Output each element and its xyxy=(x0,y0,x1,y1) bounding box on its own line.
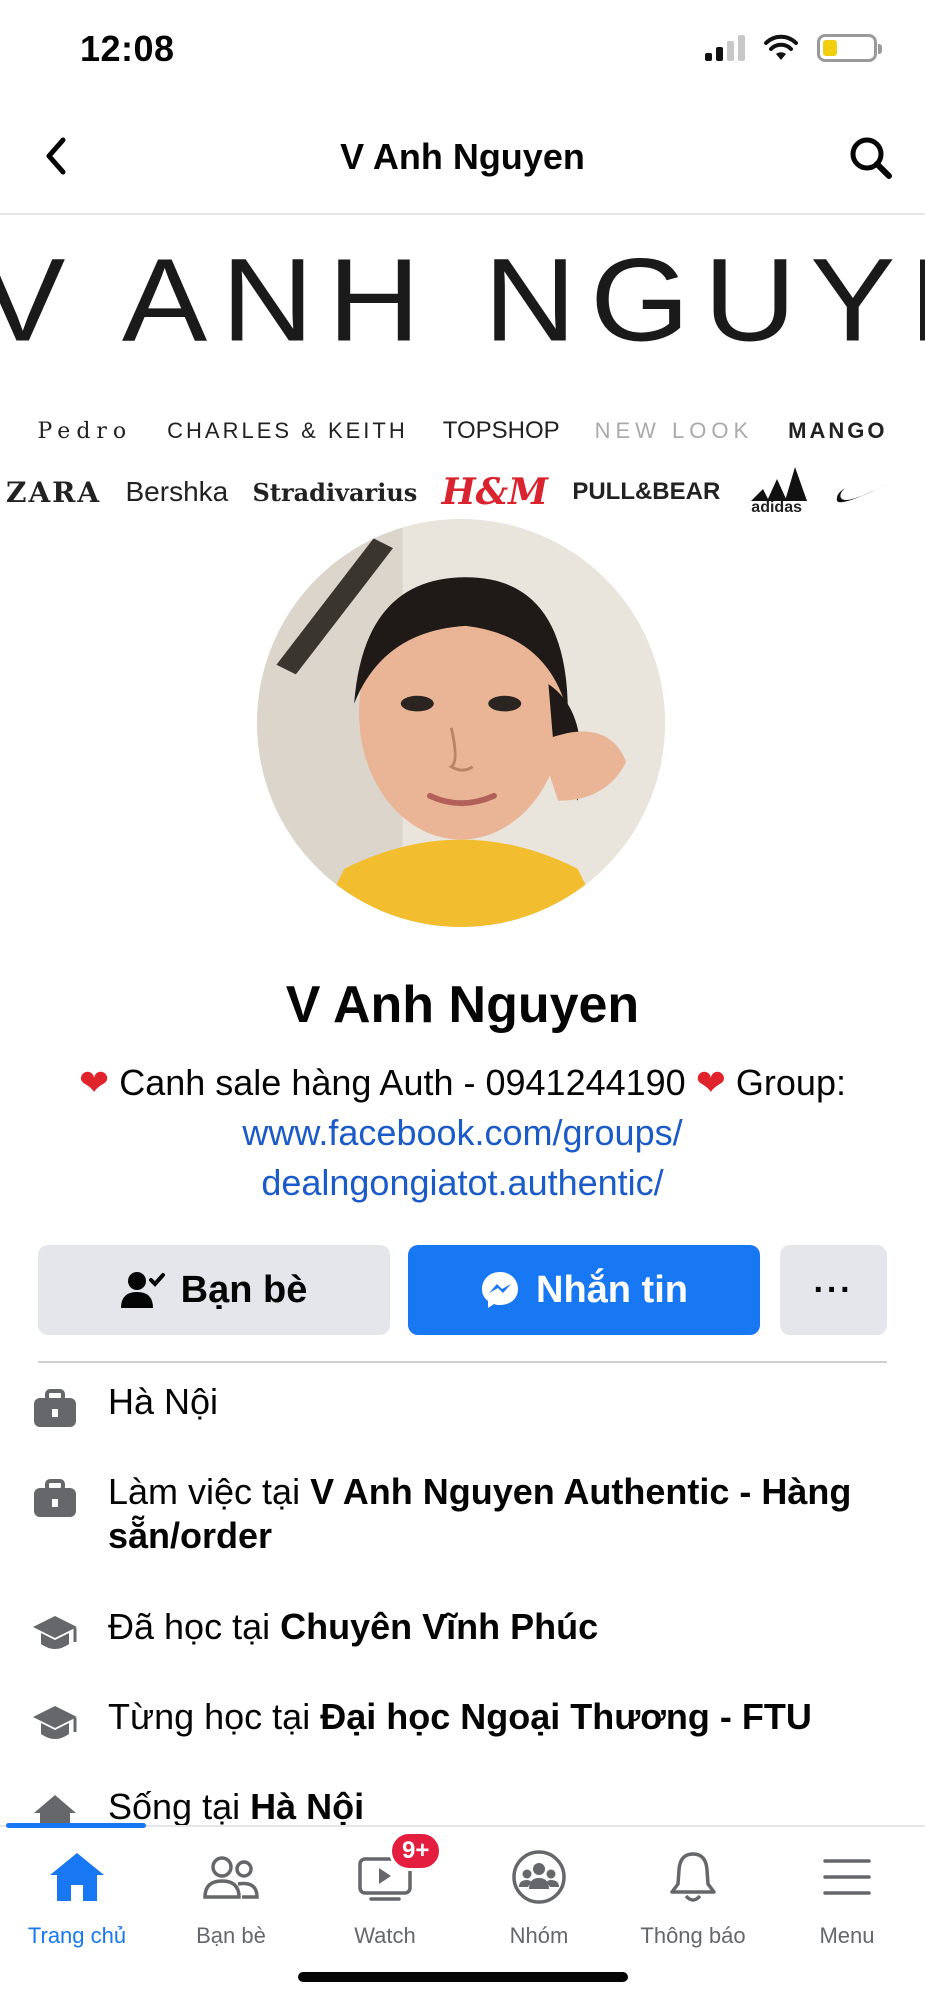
graduation-cap-icon xyxy=(30,1609,80,1659)
tab-label: Thông báo xyxy=(640,1923,746,1948)
search-button[interactable] xyxy=(841,128,901,188)
detail-location: Hà Nội xyxy=(30,1380,890,1434)
tab-notifications[interactable]: Thông báo xyxy=(616,1845,770,1949)
battery-icon xyxy=(817,34,882,62)
cover-photo[interactable]: V ANH NGUYEN Pedro CHARLES & KEITH TOPSH… xyxy=(0,217,925,517)
heart-icon: ❤ xyxy=(79,1062,110,1103)
tab-menu[interactable]: Menu xyxy=(770,1845,924,1949)
message-button-label: Nhắn tin xyxy=(536,1268,688,1311)
menu-icon xyxy=(815,1845,879,1909)
profile-name: V Anh Nguyen xyxy=(285,976,640,1034)
friends-button-label: Bạn bè xyxy=(180,1268,308,1311)
detail-text: Làm việc tại V Anh Nguyen Authentic - Hà… xyxy=(108,1471,852,1556)
profile-actions: Bạn bè Nhắn tin ··· xyxy=(38,1245,887,1337)
brand-logo-adidas: adidas xyxy=(745,467,809,517)
city-link[interactable]: Hà Nội xyxy=(250,1786,364,1827)
brand-logo: Stradivarius xyxy=(252,477,418,507)
university-link[interactable]: Đại học Ngoại Thương - FTU xyxy=(320,1696,812,1737)
page-title: V Anh Nguyen xyxy=(340,136,585,177)
graduation-cap-icon xyxy=(30,1699,80,1749)
school-link[interactable]: Chuyên Vĩnh Phúc xyxy=(280,1606,598,1647)
bio-link-line-1[interactable]: www.facebook.com/groups/ xyxy=(242,1112,682,1153)
bio-line: ❤ Canh sale hàng Auth - 0941244190 ❤ Gro… xyxy=(30,1058,895,1108)
top-nav: V Anh Nguyen xyxy=(0,100,925,215)
bio-group-label: Group: xyxy=(735,1062,846,1103)
status-time: 12:08 xyxy=(80,28,175,69)
friends-button[interactable]: Bạn bè xyxy=(38,1245,390,1335)
bio-text: Canh sale hàng Auth - 0941244190 xyxy=(119,1062,686,1103)
brand-logo: H&M xyxy=(441,471,548,513)
tab-home[interactable]: Trang chủ xyxy=(0,1845,154,1949)
brand-logo: Pedro xyxy=(37,418,133,444)
brand-logos-row-1: Pedro CHARLES & KEITH TOPSHOP NEW LOOK M… xyxy=(0,417,925,445)
profile-avatar[interactable] xyxy=(250,512,672,934)
detail-text: Hà Nội xyxy=(108,1381,219,1422)
brand-logo: ZARA xyxy=(6,475,102,509)
tab-watch[interactable]: 9+ Watch xyxy=(308,1831,462,1949)
brand-logo: PULL&BEAR xyxy=(572,478,721,505)
bio-link-line-2[interactable]: dealngongiatot.authentic/ xyxy=(261,1162,663,1203)
tab-label: Nhóm xyxy=(509,1923,569,1948)
status-bar: 12:08 xyxy=(0,0,925,100)
profile-photo xyxy=(257,519,665,927)
groups-icon xyxy=(507,1845,571,1909)
tab-friends[interactable]: Bạn bè xyxy=(154,1845,308,1949)
more-options-icon: ··· xyxy=(813,1270,854,1309)
bio-link[interactable]: www.facebook.com/groups/ dealngongiatot.… xyxy=(30,1108,895,1208)
tab-label: Menu xyxy=(819,1923,875,1948)
brand-logo: CHARLES & KEITH xyxy=(167,418,408,443)
tab-label: Trang chủ xyxy=(27,1923,127,1948)
status-icons xyxy=(705,34,882,62)
bell-icon xyxy=(661,1845,725,1909)
detail-text: Sống tại Hà Nội xyxy=(108,1786,365,1827)
notification-badge: 9+ xyxy=(389,1831,443,1871)
profile-bio: ❤ Canh sale hàng Auth - 0941244190 ❤ Gro… xyxy=(30,1058,895,1208)
search-icon xyxy=(850,137,892,179)
watch-icon: 9+ xyxy=(353,1831,443,1909)
cover-title: V ANH NGUYEN xyxy=(0,234,925,367)
cellular-signal-icon xyxy=(705,35,745,61)
nike-swoosh-icon xyxy=(836,482,893,503)
tab-groups[interactable]: Nhóm xyxy=(462,1845,616,1949)
active-tab-indicator xyxy=(6,1823,146,1828)
brand-logo: TOPSHOP xyxy=(442,417,560,444)
section-divider xyxy=(38,1361,887,1363)
detail-text: Từng học tại Đại học Ngoại Thương - FTU xyxy=(108,1696,812,1737)
adidas-logo-icon xyxy=(750,467,807,501)
brand-logo: Bershka xyxy=(125,476,229,507)
detail-text: Đã học tại Chuyên Vĩnh Phúc xyxy=(108,1606,599,1647)
detail-university: Từng học tại Đại học Ngoại Thương - FTU xyxy=(30,1695,890,1749)
home-icon xyxy=(45,1845,109,1909)
brand-logos-row-2: ZARA Bershka Stradivarius H&M PULL&BEAR … xyxy=(0,467,925,517)
briefcase-icon xyxy=(30,1474,80,1524)
message-button[interactable]: Nhắn tin xyxy=(408,1245,760,1335)
brand-logo: MANGO xyxy=(788,418,888,443)
home-indicator xyxy=(298,1972,628,1982)
brand-logo: NEW LOOK xyxy=(594,418,754,443)
more-options-button[interactable]: ··· xyxy=(780,1245,887,1335)
friend-check-icon xyxy=(120,1272,165,1308)
briefcase-icon xyxy=(30,1384,80,1434)
detail-school: Đã học tại Chuyên Vĩnh Phúc xyxy=(30,1605,890,1659)
tab-label: Bạn bè xyxy=(196,1923,266,1948)
friends-icon xyxy=(199,1845,263,1909)
messenger-icon xyxy=(482,1272,518,1308)
heart-icon: ❤ xyxy=(695,1062,726,1103)
detail-work: Làm việc tại V Anh Nguyen Authentic - Hà… xyxy=(30,1470,890,1558)
tab-label: Watch xyxy=(354,1923,416,1948)
wifi-icon xyxy=(764,34,798,60)
